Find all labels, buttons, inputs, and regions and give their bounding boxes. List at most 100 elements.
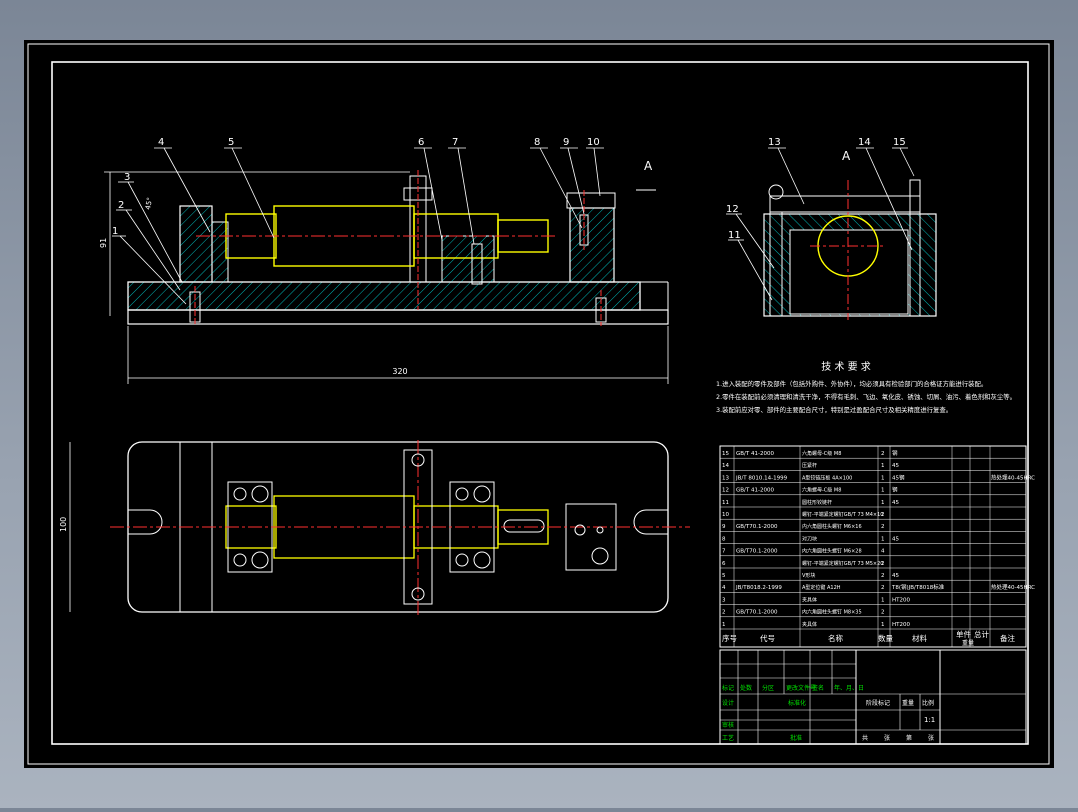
- callout-10: 10: [587, 137, 600, 148]
- tb-sheet-total: 共: [862, 734, 868, 742]
- bom-cell: GB/T 41-2000: [736, 488, 774, 494]
- bom-cell: HT200: [892, 622, 910, 628]
- overall-length-dim: 320: [392, 367, 407, 376]
- tb-stage: 阶段标记: [866, 699, 890, 707]
- bom-cell: 螺钉-平端紧定螺钉GB/T 73 M4×10: [802, 511, 883, 518]
- bom-cell: JB/T8018.2-1999: [735, 585, 782, 591]
- base-plate: [127, 281, 641, 311]
- bom-header: 单件: [956, 629, 971, 639]
- tb-count: 处数: [740, 684, 752, 692]
- callout-2: 2: [118, 200, 124, 211]
- bom-cell: GB/T70.1-2000: [736, 610, 778, 616]
- bom-cell: GB/T 41-2000: [736, 451, 774, 457]
- left-support: [179, 205, 213, 283]
- bom-cell: T8(钢)JB/T8018标准: [891, 583, 945, 591]
- bom-cell: 钢: [892, 486, 898, 494]
- bom-cell: GB/T70.1-2000: [736, 549, 778, 555]
- bom-cell: 2: [881, 524, 885, 530]
- tb-standardize: 标准化: [788, 699, 806, 707]
- tb-zone: 分区: [762, 684, 774, 692]
- bom-cell: 六角螺母-C级 M8: [802, 450, 841, 457]
- bom-cell: 8: [722, 536, 726, 542]
- bom-cell: 1: [881, 488, 885, 494]
- bom-cell: 7: [722, 549, 726, 555]
- callout-7: 7: [452, 137, 458, 148]
- bom-cell: 内六角圆柱头螺钉 M6×16: [802, 523, 862, 530]
- cad-viewer: 320 91 45° 4 5 6 7 8 9 10 3 2 1 A A 13 1…: [0, 0, 1078, 808]
- bom-cell: 2: [881, 451, 885, 457]
- section-mark: A: [644, 159, 653, 173]
- tb-scale: 1:1: [924, 716, 935, 724]
- bom-cell: 1: [881, 463, 885, 469]
- tb-mark: 标记: [722, 684, 734, 692]
- bom-cell: 1: [881, 536, 885, 542]
- view-label: A: [842, 149, 851, 163]
- bom-header: 备注: [1000, 633, 1015, 643]
- bom-cell: 15: [722, 451, 729, 457]
- bom-cell: 压紧杆: [802, 462, 817, 469]
- tech-line-1: 1.进入装配的零件及部件（包括外购件、外协件），均必须具有检验部门的合格证方能进…: [716, 379, 987, 388]
- tb-scale-label: 比例: [922, 699, 934, 707]
- bom-cell: 6: [722, 561, 726, 567]
- bom-cell: 1: [881, 500, 885, 506]
- bom-cell: 45: [892, 500, 899, 506]
- callout-5: 5: [228, 137, 234, 148]
- bom-cell: 夹具体: [802, 621, 817, 628]
- bom-cell: 内六角圆柱头螺钉 M8×35: [802, 609, 862, 616]
- bom-cell: 5: [722, 573, 726, 579]
- tb-sign: 签名: [812, 684, 824, 692]
- bom-header: 代号: [760, 633, 775, 643]
- bom-cell: 2: [881, 512, 885, 518]
- tech-line-3: 3.装配前应对零、部件的主要配合尺寸，特别是过盈配合尺寸及相关精度进行复查。: [716, 405, 952, 414]
- plan-width-dim: 100: [59, 517, 68, 532]
- bom-header: 总计: [974, 629, 989, 639]
- callout-15: 15: [893, 137, 906, 148]
- right-support: [569, 207, 615, 283]
- tb-review: 审核: [722, 721, 734, 729]
- height-dim: 91: [99, 238, 108, 248]
- bom-cell: 2: [881, 561, 885, 567]
- bom-cell: 4: [722, 585, 726, 591]
- bom-cell: 1: [881, 597, 885, 603]
- bom-cell: 45: [892, 573, 899, 579]
- bom-cell: 圆柱形铰链杆: [802, 499, 832, 506]
- tb-sheet-no: 第: [906, 734, 912, 742]
- bom-cell: 夹具体: [802, 596, 817, 603]
- callout-4: 4: [158, 137, 164, 148]
- bom-cell: 1: [722, 622, 726, 628]
- callout-13: 13: [768, 137, 781, 148]
- bom-cell: 13: [722, 475, 729, 481]
- callout-9: 9: [563, 137, 569, 148]
- bom-cell: A型定位键 A12H: [802, 584, 841, 591]
- cad-drawing: 320 91 45° 4 5 6 7 8 9 10 3 2 1 A A 13 1…: [24, 40, 1054, 768]
- bom-cell: 螺钉-平端紧定螺钉GB/T 73 M5×20: [802, 560, 883, 567]
- bom-weight-header: 重量: [962, 639, 974, 647]
- bom-cell: A型铰链压板 4A×100: [802, 474, 852, 481]
- bom-header: 序号: [722, 633, 737, 643]
- bom-cell: 热处理40-45HRC: [991, 583, 1035, 591]
- bom-header: 材料: [912, 633, 927, 643]
- bom-cell: 4: [881, 549, 885, 555]
- callout-6: 6: [418, 137, 424, 148]
- bom-cell: 3: [722, 597, 726, 603]
- bom-cell: 1: [881, 622, 885, 628]
- bom-cell: 9: [722, 524, 726, 530]
- bom-cell: 12: [722, 488, 729, 494]
- bom-cell: 10: [722, 512, 729, 518]
- bom-cell: 45钢: [892, 473, 905, 481]
- bom-cell: 2: [722, 610, 726, 616]
- bom-cell: 1: [881, 475, 885, 481]
- callout-14: 14: [858, 137, 871, 148]
- tb-sheet-unit2: 张: [928, 734, 934, 742]
- bom-cell: 内六角圆柱头螺钉 M6×28: [802, 548, 862, 555]
- tb-approve: 批准: [790, 734, 802, 742]
- bom-cell: V形块: [802, 572, 815, 579]
- bom-cell: 45: [892, 536, 899, 542]
- tb-sheet-unit: 张: [884, 734, 890, 742]
- bom-cell: JB/T 8010.14-1999: [735, 475, 788, 481]
- bom-cell: 2: [881, 610, 885, 616]
- side-cavity: [789, 229, 909, 315]
- bom-cell: HT200: [892, 597, 910, 603]
- bom-cell: 对刀块: [802, 535, 817, 542]
- callout-8: 8: [534, 137, 540, 148]
